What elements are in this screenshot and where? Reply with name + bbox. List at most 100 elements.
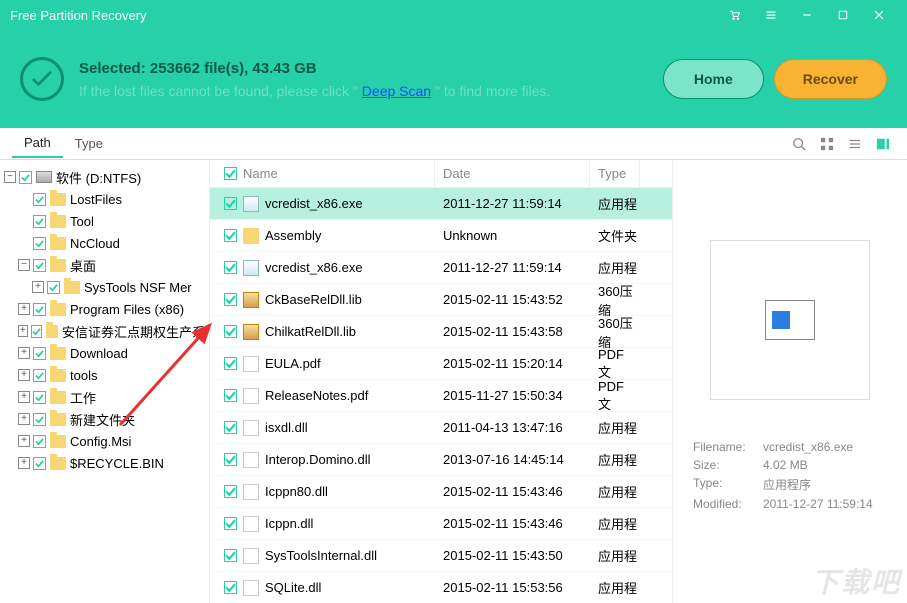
home-button[interactable]: Home (663, 59, 764, 99)
tree-toggle-icon[interactable]: − (18, 259, 30, 271)
file-date: 2013-07-16 14:45:14 (435, 452, 590, 467)
table-row[interactable]: EULA.pdf2015-02-11 15:20:14PDF 文 (210, 348, 672, 380)
search-icon[interactable] (787, 132, 811, 156)
row-checkbox[interactable] (224, 325, 237, 338)
table-row[interactable]: CkBaseRelDll.lib2015-02-11 15:43:52360压缩 (210, 284, 672, 316)
table-row[interactable]: ReleaseNotes.pdf2015-11-27 15:50:34PDF 文 (210, 380, 672, 412)
tree-item[interactable]: +tools (4, 364, 205, 386)
tab-type[interactable]: Type (63, 130, 115, 157)
table-row[interactable]: vcredist_x86.exe2011-12-27 11:59:14应用程 (210, 188, 672, 220)
tree-checkbox[interactable] (33, 413, 46, 426)
file-date: 2011-12-27 11:59:14 (435, 260, 590, 275)
tree-toggle-icon[interactable]: + (18, 435, 30, 447)
menu-icon[interactable] (753, 0, 789, 30)
grid-view-icon[interactable] (815, 132, 839, 156)
table-row[interactable]: SQLite.dll2015-02-11 15:53:56应用程 (210, 572, 672, 603)
tree-item[interactable]: LostFiles (4, 188, 205, 210)
recover-button[interactable]: Recover (774, 59, 887, 99)
deep-scan-link[interactable]: Deep Scan (362, 83, 431, 99)
row-checkbox[interactable] (224, 293, 237, 306)
col-name-header[interactable]: Name (243, 166, 278, 181)
detail-view-icon[interactable] (871, 132, 895, 156)
row-checkbox[interactable] (224, 261, 237, 274)
tab-path[interactable]: Path (12, 129, 63, 158)
maximize-icon[interactable] (825, 0, 861, 30)
tree-toggle-icon[interactable]: + (18, 413, 30, 425)
tree-toggle-icon[interactable]: + (18, 303, 30, 315)
file-name: Interop.Domino.dll (265, 452, 371, 467)
minimize-icon[interactable] (789, 0, 825, 30)
tree-item[interactable]: +Download (4, 342, 205, 364)
row-checkbox[interactable] (224, 357, 237, 370)
table-row[interactable]: isxdl.dll2011-04-13 13:47:16应用程 (210, 412, 672, 444)
tree-checkbox[interactable] (33, 347, 46, 360)
table-row[interactable]: Icppn80.dll2015-02-11 15:43:46应用程 (210, 476, 672, 508)
tree-item[interactable]: −软件 (D:NTFS) (4, 166, 205, 188)
table-row[interactable]: Icppn.dll2015-02-11 15:43:46应用程 (210, 508, 672, 540)
tree-checkbox[interactable] (33, 237, 46, 250)
row-checkbox[interactable] (224, 229, 237, 242)
tree-checkbox[interactable] (33, 193, 46, 206)
hint-text: If the lost files cannot be found, pleas… (79, 83, 653, 99)
tree-item[interactable]: + Program Files (x86) (4, 298, 205, 320)
file-name: vcredist_x86.exe (265, 196, 363, 211)
table-row[interactable]: SysToolsInternal.dll2015-02-11 15:43:50应… (210, 540, 672, 572)
row-checkbox[interactable] (224, 421, 237, 434)
file-type: 应用程 (590, 514, 640, 533)
tree-checkbox[interactable] (33, 391, 46, 404)
detail-modified-label: Modified: (693, 497, 763, 511)
tree-item[interactable]: −桌面 (4, 254, 205, 276)
tree-checkbox[interactable] (31, 325, 42, 338)
tree-item[interactable]: +安信证券汇点期权生产系 (4, 320, 205, 342)
tree-checkbox[interactable] (33, 259, 46, 272)
tree-toggle-icon[interactable]: − (4, 171, 16, 183)
table-row[interactable]: Interop.Domino.dll2013-07-16 14:45:14应用程 (210, 444, 672, 476)
table-row[interactable]: ChilkatRelDll.lib2015-02-11 15:43:58360压… (210, 316, 672, 348)
tree-toggle-icon[interactable]: + (18, 457, 30, 469)
row-checkbox[interactable] (224, 485, 237, 498)
col-date-header[interactable]: Date (443, 166, 470, 181)
file-type: 应用程 (590, 546, 640, 565)
tree-item[interactable]: Tool (4, 210, 205, 232)
row-checkbox[interactable] (224, 549, 237, 562)
tree-checkbox[interactable] (33, 457, 46, 470)
tree-checkbox[interactable] (33, 303, 46, 316)
file-list: Name Date Type vcredist_x86.exe2011-12-2… (210, 160, 672, 603)
row-checkbox[interactable] (224, 453, 237, 466)
select-all-checkbox[interactable] (224, 167, 237, 180)
tree-item[interactable]: +工作 (4, 386, 205, 408)
file-date: Unknown (435, 228, 590, 243)
tree-checkbox[interactable] (19, 171, 32, 184)
tree-toggle-icon[interactable]: + (32, 281, 44, 293)
file-date: 2015-02-11 15:53:56 (435, 580, 590, 595)
table-row[interactable]: vcredist_x86.exe2011-12-27 11:59:14应用程 (210, 252, 672, 284)
tree-toggle-icon[interactable]: + (18, 391, 30, 403)
row-checkbox[interactable] (224, 197, 237, 210)
tree-item[interactable]: NcCloud (4, 232, 205, 254)
tree-checkbox[interactable] (47, 281, 60, 294)
list-view-icon[interactable] (843, 132, 867, 156)
tree-toggle-icon[interactable]: + (18, 369, 30, 381)
file-preview (710, 240, 870, 400)
tree-label: Program Files (x86) (70, 302, 184, 317)
file-name: Icppn80.dll (265, 484, 328, 499)
tree-label: LostFiles (70, 192, 122, 207)
row-checkbox[interactable] (224, 581, 237, 594)
tree-toggle-icon[interactable]: + (18, 325, 28, 337)
tree-checkbox[interactable] (33, 215, 46, 228)
row-checkbox[interactable] (224, 389, 237, 402)
tree-item[interactable]: +新建文件夹 (4, 408, 205, 430)
tree-toggle-icon[interactable]: + (18, 347, 30, 359)
cart-icon[interactable] (717, 0, 753, 30)
detail-filename: vcredist_x86.exe (763, 440, 853, 454)
col-type-header[interactable]: Type (598, 166, 626, 181)
tree-item[interactable]: +Config.Msi (4, 430, 205, 452)
tree-item[interactable]: +SysTools NSF Mer (4, 276, 205, 298)
close-icon[interactable] (861, 0, 897, 30)
tree-checkbox[interactable] (33, 369, 46, 382)
tree-checkbox[interactable] (33, 435, 46, 448)
table-row[interactable]: AssemblyUnknown文件夹 (210, 220, 672, 252)
row-checkbox[interactable] (224, 517, 237, 530)
tree-item[interactable]: +$RECYCLE.BIN (4, 452, 205, 474)
exe-icon (243, 260, 259, 276)
